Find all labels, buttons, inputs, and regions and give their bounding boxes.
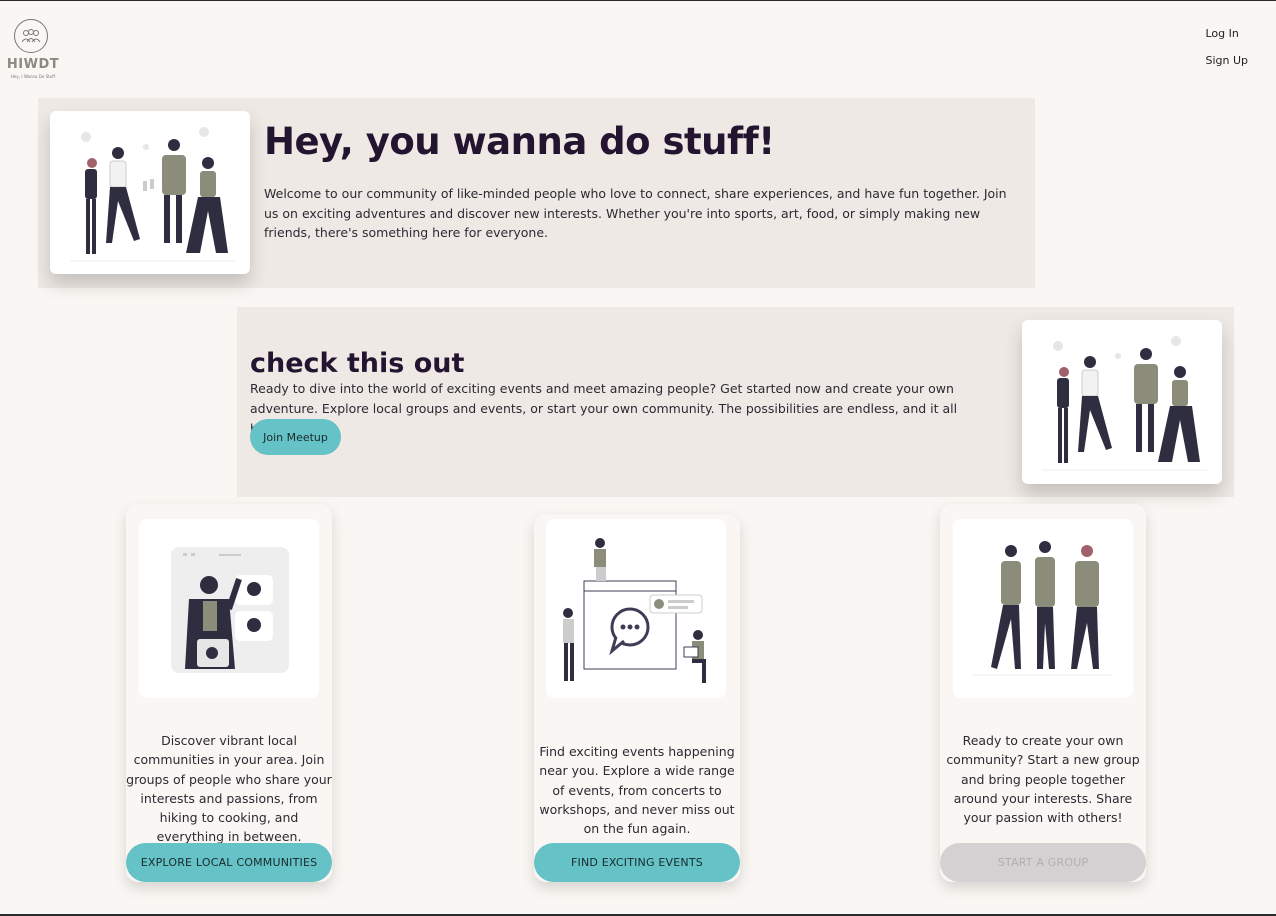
- friends-holding-hands-illustration: [953, 519, 1133, 698]
- feature-card-start-group: Ready to create your own community? Star…: [940, 504, 1146, 882]
- card-description: Ready to create your own community? Star…: [946, 733, 1140, 826]
- top-nav: Log In Sign Up: [1205, 27, 1248, 81]
- people-logo-icon: [14, 19, 48, 53]
- feature-card-events: Find exciting events happening near you.…: [534, 514, 740, 882]
- group-toasting-illustration: [50, 111, 250, 274]
- promo-title: check this out: [250, 348, 465, 379]
- hero-description: Welcome to our community of like-minded …: [264, 186, 1007, 240]
- logo-tagline: Hey, I Wanna Do Stuff: [11, 74, 55, 79]
- find-events-button[interactable]: FIND EXCITING EVENTS: [534, 843, 740, 882]
- hero-section: Hey, you wanna do stuff! Welcome to our …: [38, 98, 1035, 288]
- feature-card-communities: Discover vibrant local communities in yo…: [126, 504, 332, 882]
- group-toasting-illustration: [1022, 320, 1222, 484]
- site-logo[interactable]: HIWDT Hey, I Wanna Do Stuff: [2, 19, 64, 81]
- start-group-button[interactable]: START A GROUP: [940, 843, 1146, 882]
- login-link[interactable]: Log In: [1205, 27, 1248, 40]
- video-call-illustration: [139, 519, 319, 698]
- join-meetup-button[interactable]: Join Meetup: [250, 419, 341, 455]
- promo-description: Ready to dive into the world of exciting…: [250, 381, 958, 436]
- card-description: Discover vibrant local communities in yo…: [126, 733, 332, 845]
- chat-events-illustration: [546, 519, 726, 698]
- explore-communities-button[interactable]: EXPLORE LOCAL COMMUNITIES: [126, 843, 332, 882]
- signup-link[interactable]: Sign Up: [1205, 54, 1248, 67]
- promo-section: check this out Ready to dive into the wo…: [237, 307, 1234, 497]
- hero-title: Hey, you wanna do stuff!: [264, 120, 775, 163]
- card-description: Find exciting events happening near you.…: [539, 744, 735, 837]
- logo-wordmark: HIWDT: [6, 57, 60, 72]
